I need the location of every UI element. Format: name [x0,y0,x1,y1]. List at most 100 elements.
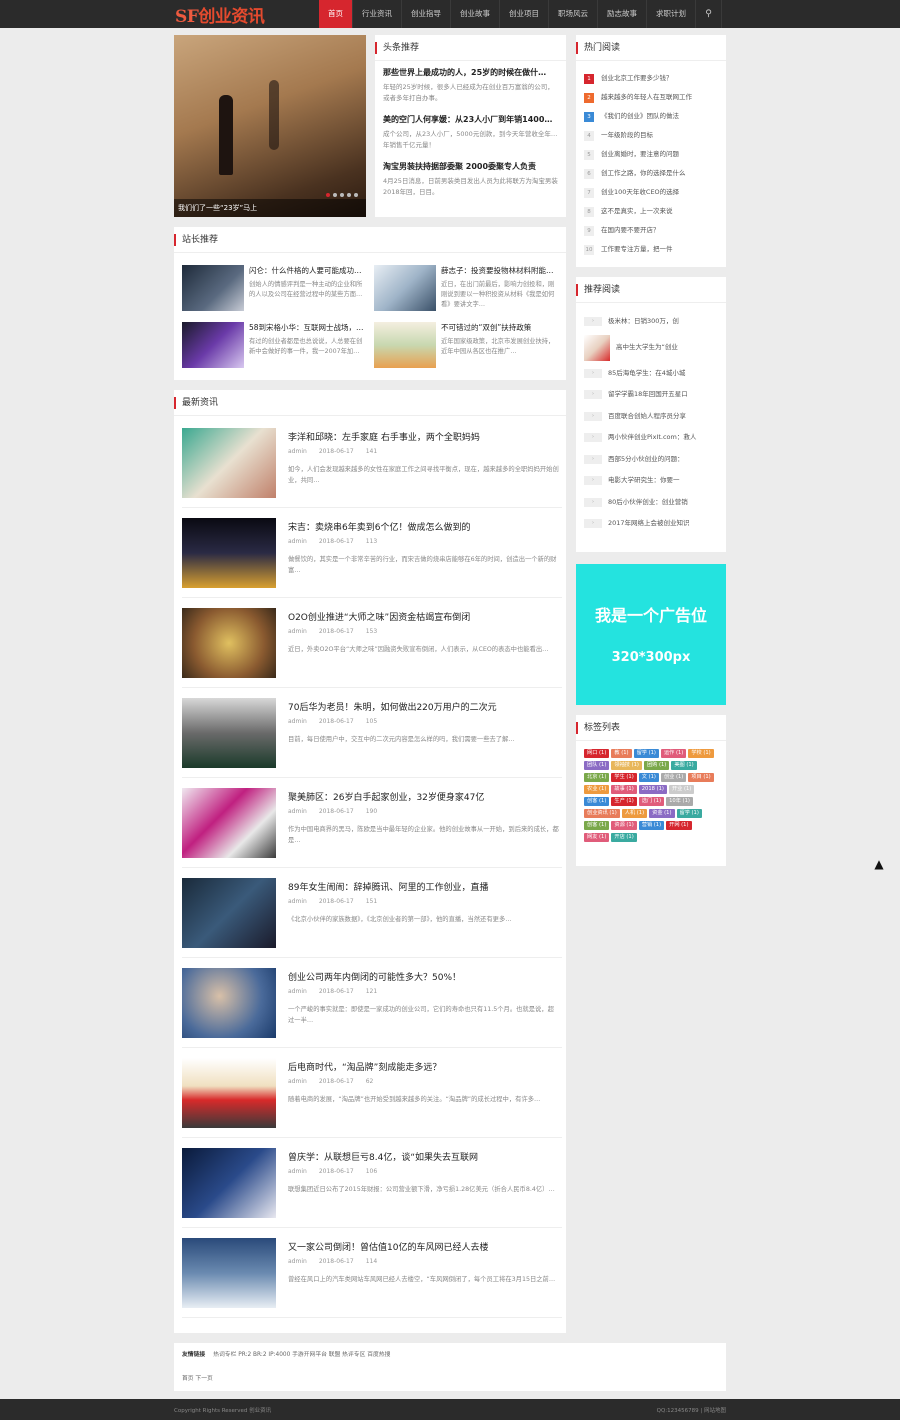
tag-item[interactable]: 营销 (1) [638,821,665,830]
nav-workplace[interactable]: 职场风云 [549,0,598,28]
news-thumb[interactable] [182,428,276,498]
headline-title[interactable]: 那些世界上最成功的人，25岁的时候在做什… [383,67,558,78]
search-icon[interactable]: ⚲ [696,0,722,28]
hot-item[interactable]: 6 创工作之路，你的选择是什么 [584,164,718,183]
news-author[interactable]: admin [288,1168,307,1175]
rec-read-title[interactable]: 2017年网络上会被创业知识 [608,513,690,535]
news-item[interactable]: 曾庆学：从联想巨亏8.4亿，谈“如果失去互联网 admin 2018-06-17 1… [182,1138,562,1228]
rec-read-title[interactable]: 80后小伙伴创业：创业营销 [608,492,688,514]
tag-item[interactable]: 开店 (1) [611,833,637,842]
tag-item[interactable]: 2018 (1) [638,785,667,794]
recommend-item[interactable]: 闪仑：什么件格的人要可能成功… 创始人的情感评判是一种主动的企业和所的人以及公司在… [182,265,374,321]
recommend-item[interactable]: 薛志子：投资要投物林材料附能… 近日，在出门前最后，影响力创投和，刚刚说到要以一种… [374,265,566,321]
nav-stories[interactable]: 创业故事 [451,0,500,28]
recommend-title[interactable]: 不可错过的“双创”扶持政策 [441,322,559,333]
tag-item[interactable]: 团购 (1) [643,761,670,770]
hot-item[interactable]: 8 这不是真实，上一次来说 [584,202,718,221]
featured-slider[interactable]: 我们们了一些“23岁”马上 [174,35,366,217]
hot-item-title[interactable]: 创业北京工作要多少钱？ [601,69,673,88]
tag-item[interactable]: 北京 (1) [584,773,610,782]
rec-read-title[interactable]: 西部5分小伙创业的问题： [608,449,684,471]
hot-item[interactable]: 2 越来越多的年轻人在互联网工作 [584,88,718,107]
news-title[interactable]: 89年女生闹闹：辞掉腾讯、阿里的工作创业，直播 [288,880,488,893]
tag-item[interactable]: 网友 (1) [584,833,610,842]
news-thumb[interactable] [182,608,276,678]
hot-item[interactable]: 7 创业100天年收CEO的选择 [584,183,718,202]
news-title[interactable]: 曾庆学：从联想巨亏8.4亿，谈“如果失去互联网 [288,1150,478,1163]
headline-title[interactable]: 美的空门人何享媛：从23人小厂到年销1400… [383,114,558,125]
recommend-item[interactable]: 58到宋格小华：互联网士战场，… 有过的创业者都是也总说说，人总要在创新中会做好的… [182,322,374,378]
hot-item[interactable]: 9 在国内要不要开店？ [584,221,718,240]
tag-item[interactable]: 资源 (1) [611,821,637,830]
hot-item[interactable]: 1 创业北京工作要多少钱？ [584,69,718,88]
links-list[interactable]: 热词专栏 PR:2 BR:2 IP:4000 手游开网平台 联盟 热评专区 百度… [213,1352,390,1358]
tag-item[interactable]: 美图 (1) [671,761,697,770]
recommend-thumb[interactable] [182,265,244,311]
hot-item[interactable]: 10 工作要专注方量，把一件 [584,240,718,259]
headline-item[interactable]: 那些世界上最成功的人，25岁的时候在做什… 年轻的25岁时候，很多人已经成为在创… [375,61,566,104]
back-to-top-icon[interactable]: ▲ [870,857,888,871]
news-author[interactable]: admin [288,1078,307,1085]
rec-read-item[interactable]: › 西部5分小伙创业的问题： [584,449,718,471]
rec-read-item[interactable]: › 极米林：日销300万，创 [584,311,718,333]
nav-guide[interactable]: 创业指导 [402,0,451,28]
news-thumb[interactable] [182,518,276,588]
rec-read-item[interactable]: › 85后海龟学生：在4城小城 [584,363,718,385]
tag-item[interactable]: 开网 (1) [666,821,692,830]
rec-read-title[interactable]: 两小伙伴创业PixIt.com：救人 [608,427,696,449]
hot-item-title[interactable]: 一年级阶段的目标 [601,126,653,145]
news-item[interactable]: 聚美肺区：26岁白手起家创业，32岁便身家47亿 admin 2018-06-17… [182,778,562,868]
hot-item-title[interactable]: 《我们的创业》团队的做法 [601,107,679,126]
recommend-title[interactable]: 闪仑：什么件格的人要可能成功… [249,265,367,276]
news-author[interactable]: admin [288,538,307,545]
tag-item[interactable]: 生产 (1) [611,797,637,806]
tag-item[interactable]: 创业资讯 (1) [584,809,620,818]
news-thumb[interactable] [182,698,276,768]
news-title[interactable]: 李洋和邱晓：左手家庭 右手事业，两个全职妈妈 [288,430,480,443]
nav-industry[interactable]: 行业资讯 [353,0,402,28]
news-item[interactable]: O2O创业推进“大师之味”因资金枯竭宣布倒闭 admin 2018-06-17 15… [182,598,562,688]
news-author[interactable]: admin [288,898,307,905]
recommend-title[interactable]: 薛志子：投资要投物林材料附能… [441,265,559,276]
news-title[interactable]: O2O创业推进“大师之味”因资金枯竭宣布倒闭 [288,610,470,623]
news-item[interactable]: 89年女生闹闹：辞掉腾讯、阿里的工作创业，直播 admin 2018-06-17 1… [182,868,562,958]
tag-item[interactable]: 开业 (1) [668,785,695,794]
tag-item[interactable]: 人机 (1) [621,809,648,818]
news-thumb[interactable] [182,788,276,858]
news-thumb[interactable] [182,1148,276,1218]
recommend-thumb[interactable] [374,322,436,368]
rec-read-title[interactable]: 留学学霸18年回国开五星口 [608,384,688,406]
tag-item[interactable]: 文 (1) [638,773,659,782]
news-item[interactable]: 又一家公司倒闭！曾估值10亿的车风网已经人去楼 admin 2018-06-17 1… [182,1228,562,1318]
recommend-title[interactable]: 58到宋格小华：互联网士战场，… [249,322,367,333]
tag-item[interactable]: 创业 (1) [660,773,687,782]
rec-read-item[interactable]: › 2017年网络上会被创业知识 [584,513,718,535]
news-title[interactable]: 70后华为老员！朱明，如何做出220万用户的二次元 [288,700,497,713]
hot-item-title[interactable]: 工作要专注方量，把一件 [601,240,673,259]
hot-item[interactable]: 5 创业离婚时，要注意的问题 [584,145,718,164]
news-thumb[interactable] [182,878,276,948]
rec-read-item[interactable]: › 百度联合创始人程序员分享 [584,406,718,428]
news-author[interactable]: admin [288,448,307,455]
news-title[interactable]: 后电商时代，“淘品牌”刻成能走多远？ [288,1060,441,1073]
rec-read-item[interactable]: › 80后小伙伴创业：创业营销 [584,492,718,514]
tag-item[interactable]: 团队 (1) [584,761,610,770]
tag-item[interactable]: 农业 (1) [584,785,610,794]
news-thumb[interactable] [182,968,276,1038]
news-thumb[interactable] [182,1238,276,1308]
rec-read-item[interactable]: › 电影大学研究生：你要一 [584,470,718,492]
hot-item[interactable]: 3 《我们的创业》团队的做法 [584,107,718,126]
slider-dot[interactable] [340,193,344,197]
rec-read-title[interactable]: 百度联合创始人程序员分享 [608,406,686,428]
rec-read-title[interactable]: 电影大学研究生：你要一 [608,470,680,492]
rec-read-title[interactable]: 高中生大学生为“创业 [616,337,678,359]
news-item[interactable]: 宋吉：卖烧串6年卖到6个亿！做成怎么做到的 admin 2018-06-17 113… [182,508,562,598]
recommend-item[interactable]: 不可错过的“双创”扶持政策 近年国家级政策，北京市发展创业扶持，近年中园从各区也在… [374,322,566,378]
news-author[interactable]: admin [288,718,307,725]
tag-item[interactable]: 项目 (1) [688,773,714,782]
tag-item[interactable]: 网口 (1) [584,749,610,758]
rec-read-item[interactable]: › 留学学霸18年回国开五星口 [584,384,718,406]
nav-home[interactable]: 首页 [319,0,353,28]
nav-inspiration[interactable]: 励志故事 [598,0,647,28]
hot-item-title[interactable]: 创业100天年收CEO的选择 [601,183,679,202]
